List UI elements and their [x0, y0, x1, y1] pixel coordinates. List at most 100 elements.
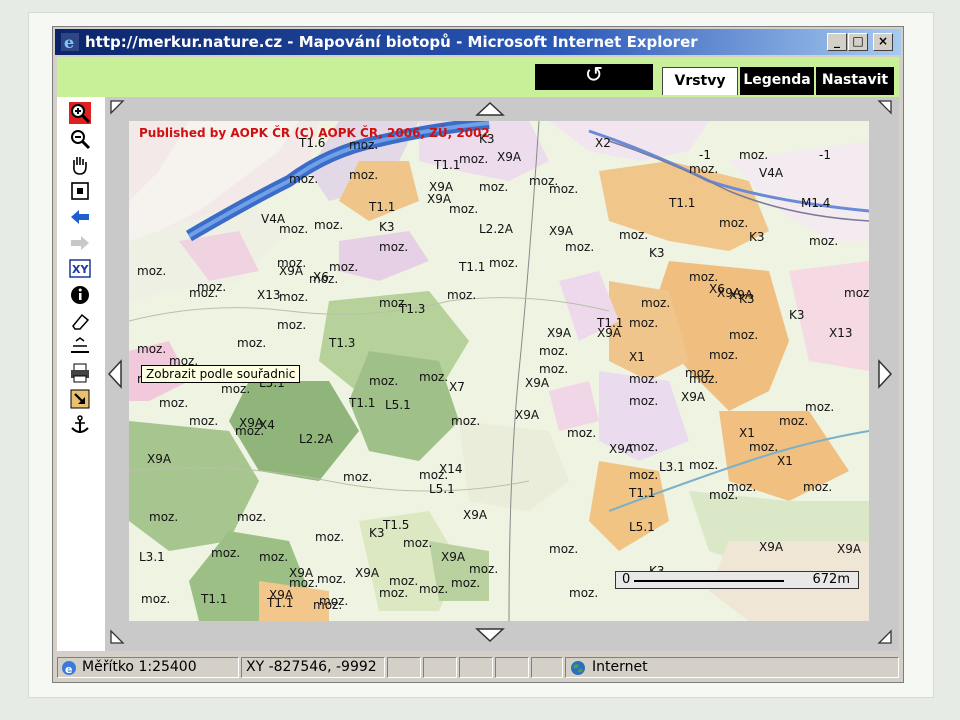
map-label: K3 — [479, 132, 495, 146]
map-label: moz. — [619, 228, 648, 242]
map-label: X9A — [147, 452, 172, 466]
map-label: moz. — [137, 264, 166, 278]
eraser-button[interactable] — [67, 309, 93, 333]
pan-south-arrow[interactable] — [475, 627, 505, 643]
zone-text: Internet — [592, 659, 648, 675]
map-label: X13 — [257, 288, 281, 302]
map-label: moz. — [569, 586, 598, 600]
map-label: moz. — [237, 336, 266, 350]
browser-window: e http://merkur.nature.cz - Mapování bio… — [52, 26, 904, 683]
map-label: moz. — [315, 530, 344, 544]
map-label: moz. — [539, 362, 568, 376]
xy-label: XY — [72, 263, 89, 276]
map-label: moz. — [451, 576, 480, 590]
scale-start: 0 — [622, 572, 631, 587]
map-label: X9A — [515, 408, 540, 422]
map-label: K3 — [749, 230, 765, 244]
map-label: moz. — [447, 288, 476, 302]
map-label: moz. — [549, 182, 578, 196]
close-button[interactable]: × — [873, 33, 893, 51]
pan-west-arrow[interactable] — [107, 359, 123, 389]
map-label: moz. — [451, 414, 480, 428]
map-label: moz. — [221, 382, 250, 396]
refresh-button[interactable]: ↺ — [535, 64, 653, 90]
status-cell — [459, 657, 493, 678]
map-label: X9A — [717, 286, 742, 300]
measure-button[interactable] — [67, 335, 93, 359]
forward-button[interactable] — [67, 231, 93, 255]
anchor-icon — [71, 415, 89, 433]
zoom-in-button[interactable] — [67, 101, 93, 125]
map-label: X13 — [829, 326, 853, 340]
maximize-button[interactable]: □ — [848, 33, 868, 51]
map-label: moz. — [844, 286, 869, 300]
map-label: K3 — [379, 220, 395, 234]
map-label: X9A — [497, 150, 522, 164]
status-cell — [531, 657, 563, 678]
map-label: moz. — [719, 216, 748, 230]
page-content: ↺ Vrstvy Legenda Nastavit XY Published b… — [57, 57, 899, 651]
pan-button[interactable] — [67, 153, 93, 177]
map-label: moz. — [689, 162, 718, 176]
map-label: moz. — [629, 372, 658, 386]
map-label: moz. — [289, 576, 318, 590]
pan-northwest-arrow[interactable] — [109, 99, 125, 115]
back-button[interactable] — [67, 205, 93, 229]
map-label: T1.1 — [368, 200, 395, 214]
map-label: X1 — [777, 454, 793, 468]
map-label: moz. — [729, 328, 758, 342]
map-label: T1.1 — [200, 592, 227, 606]
map-label: moz. — [319, 594, 348, 608]
map-label: moz. — [709, 348, 738, 362]
map-label: X9A — [547, 326, 572, 340]
pan-northeast-arrow[interactable] — [877, 99, 893, 115]
map-label: moz. — [349, 138, 378, 152]
map-label: L2.2A — [479, 222, 514, 236]
map-label: moz. — [629, 440, 658, 454]
pan-southeast-arrow[interactable] — [877, 629, 893, 645]
map-label: T1.3 — [398, 302, 425, 316]
map-label: X1 — [629, 350, 645, 364]
map-label: T1.5 — [382, 518, 409, 532]
xy-coordinates-icon: XY — [69, 259, 91, 278]
map-label: moz. — [749, 440, 778, 454]
map-label: moz. — [314, 218, 343, 232]
info-button[interactable] — [67, 283, 93, 307]
map-label: L3.1 — [659, 460, 685, 474]
map-label: moz. — [805, 400, 834, 414]
map-label: moz. — [685, 366, 714, 380]
map-label: moz. — [403, 536, 432, 550]
pan-north-arrow[interactable] — [475, 101, 505, 117]
map-label: X9A — [525, 376, 550, 390]
export-button[interactable] — [67, 387, 93, 411]
full-extent-button[interactable] — [67, 179, 93, 203]
anchor-button[interactable] — [67, 413, 93, 437]
zoom-in-icon — [69, 102, 91, 124]
map-label: moz. — [189, 286, 218, 300]
zoom-out-button[interactable] — [67, 127, 93, 151]
tab-nastavit[interactable]: Nastavit — [816, 67, 894, 95]
print-button[interactable] — [67, 361, 93, 385]
map-label: L5.1 — [429, 482, 455, 496]
page-icon: e — [62, 661, 76, 676]
map-label: X9A — [441, 550, 466, 564]
map-label: moz. — [419, 468, 448, 482]
svg-text:e: e — [64, 33, 74, 51]
tab-vrstvy[interactable]: Vrstvy — [662, 67, 738, 95]
scale-end: 672m — [812, 572, 850, 587]
pan-southwest-arrow[interactable] — [109, 629, 125, 645]
map-label: moz. — [479, 180, 508, 194]
xy-button[interactable]: XY — [67, 257, 93, 281]
map-label: moz. — [489, 256, 518, 270]
refresh-icon: ↺ — [584, 63, 604, 88]
status-scale: e Měřítko 1:25400 — [57, 657, 239, 678]
pan-east-arrow[interactable] — [877, 359, 893, 389]
map-label: moz. — [641, 296, 670, 310]
tab-legenda[interactable]: Legenda — [740, 67, 814, 95]
measure-icon — [71, 337, 89, 353]
map-label: X9A — [279, 264, 304, 278]
zoom-out-icon — [71, 130, 91, 150]
map-label: T1.1 — [266, 596, 293, 610]
status-zone: Internet — [565, 657, 899, 678]
minimize-button[interactable]: _ — [827, 33, 847, 51]
